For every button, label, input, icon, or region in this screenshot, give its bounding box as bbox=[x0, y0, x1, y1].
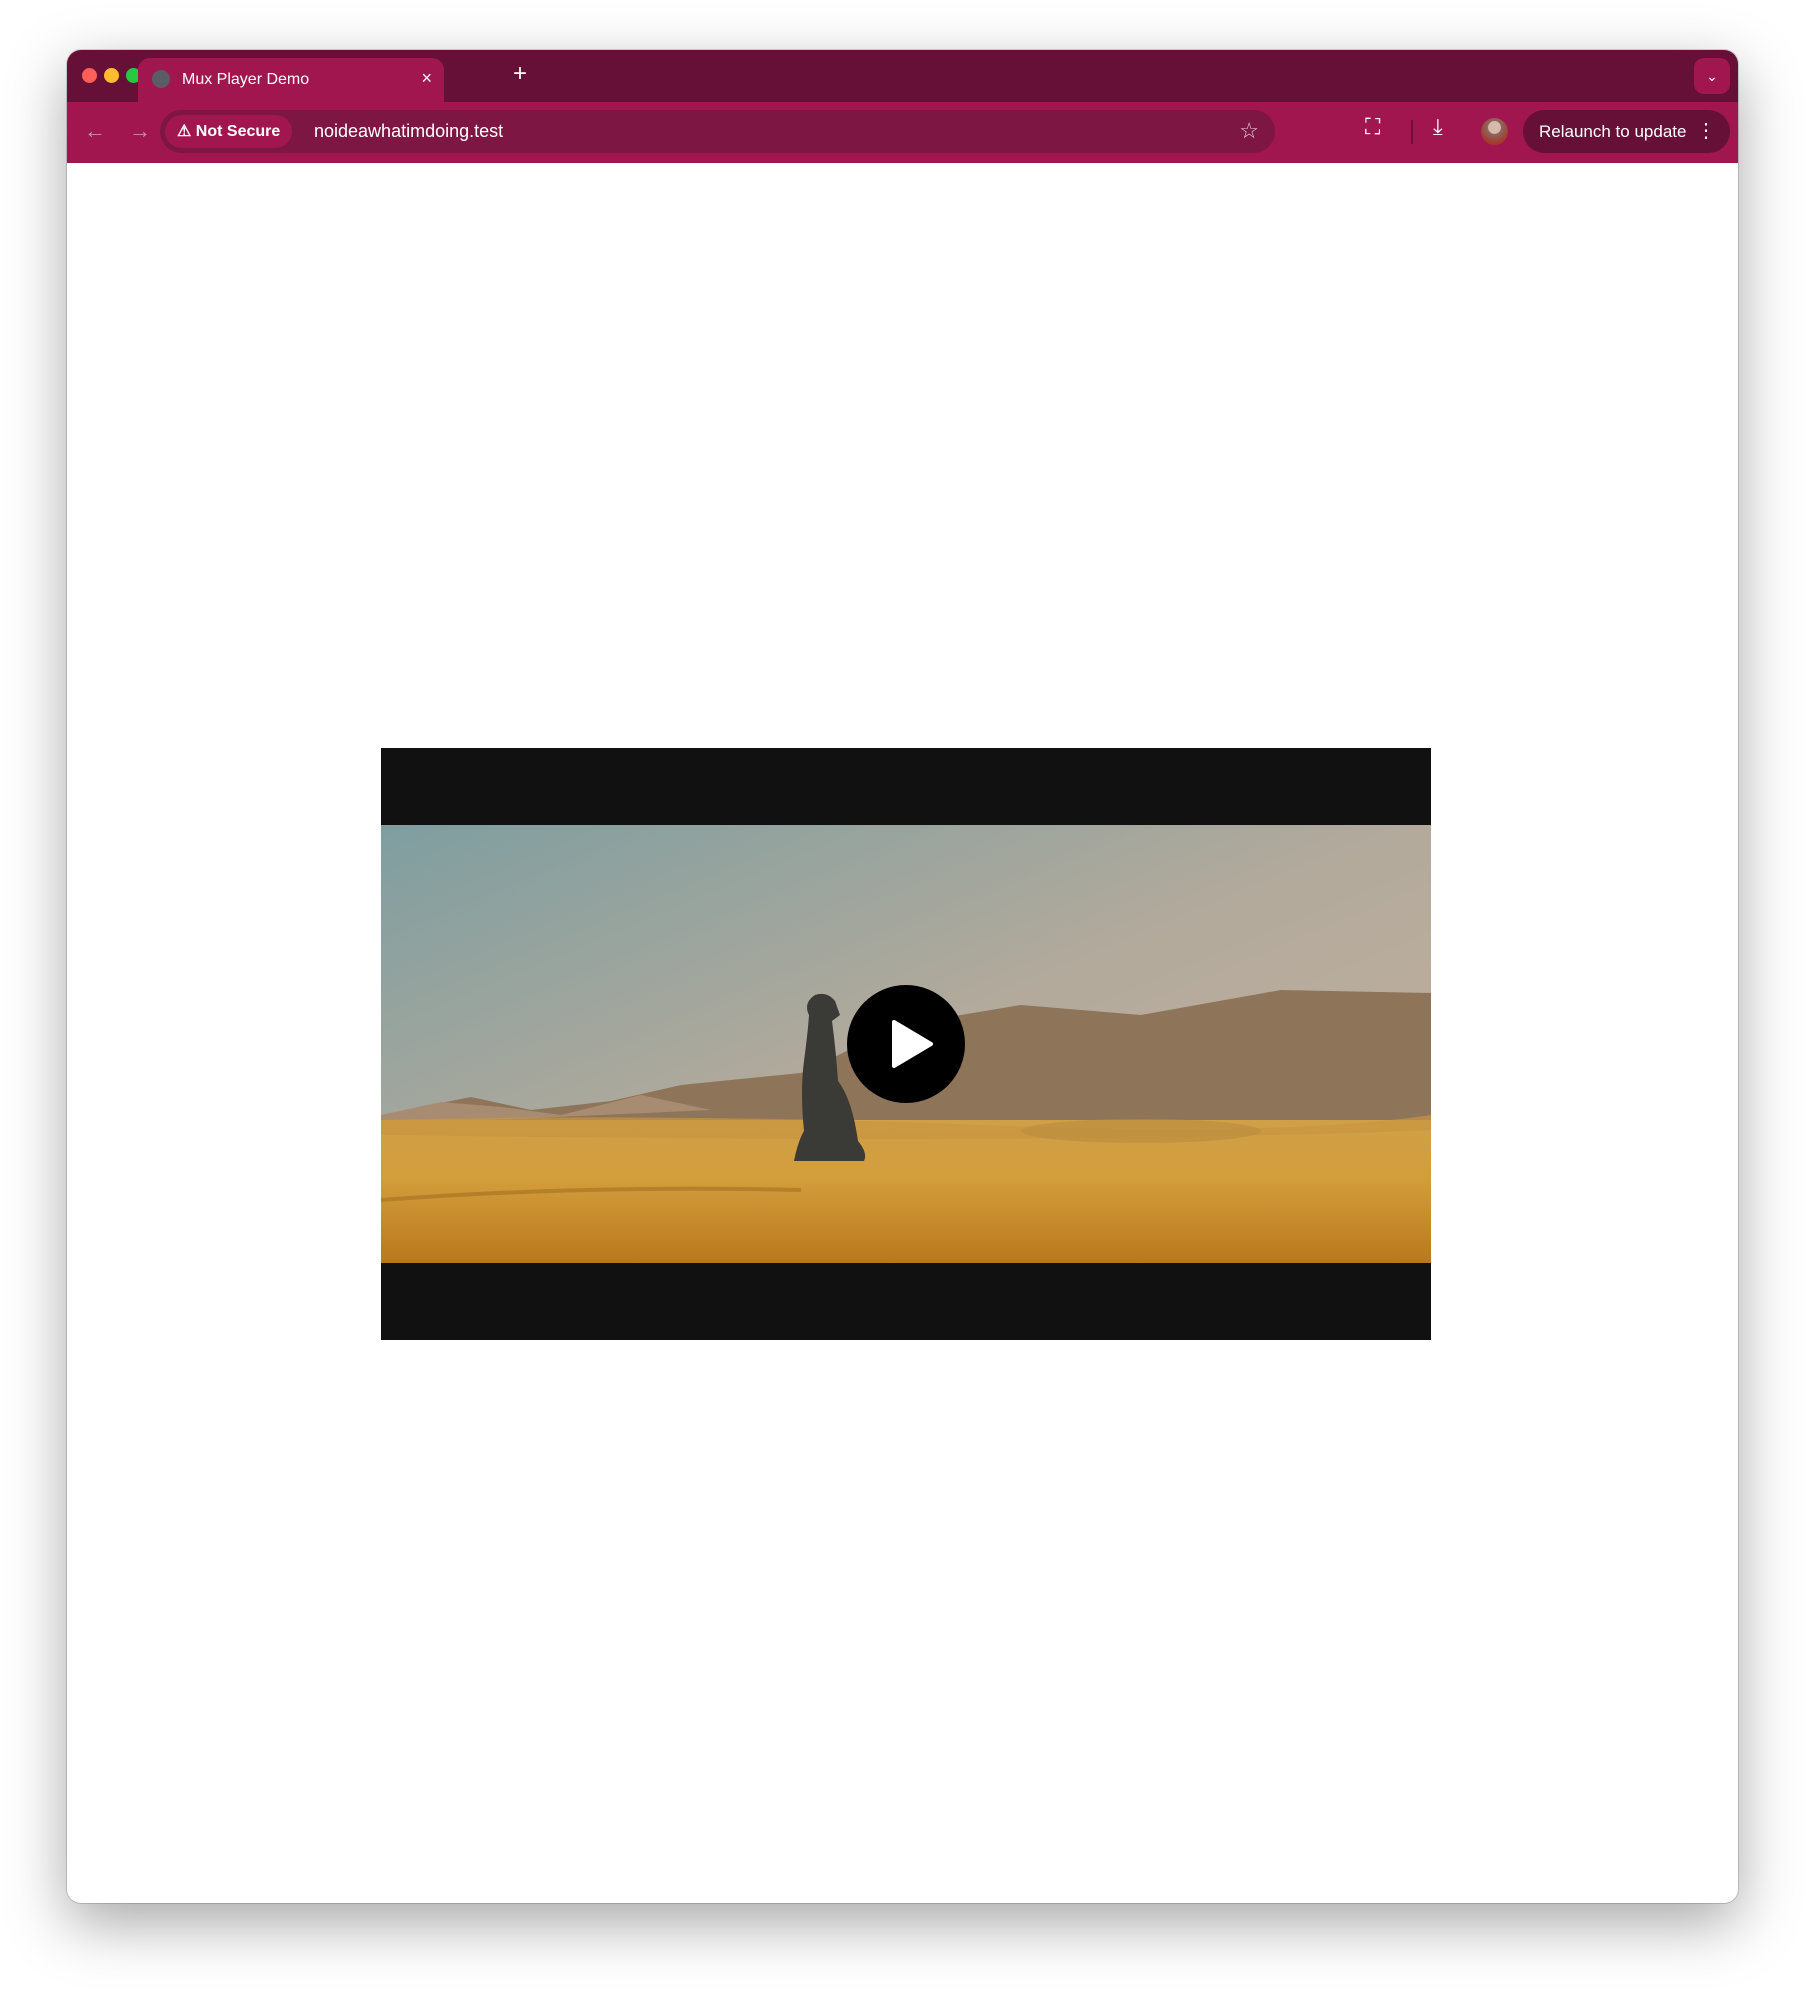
url-text[interactable]: noideawhatimdoing.test bbox=[314, 121, 503, 142]
address-bar[interactable]: ⚠ Not Secure noideawhatimdoing.test ☆ bbox=[160, 110, 1275, 153]
more-menu-icon[interactable]: ⋮ bbox=[1696, 110, 1716, 153]
new-tab-button[interactable]: + bbox=[513, 60, 527, 88]
globe-icon bbox=[152, 70, 170, 88]
minimize-window-button[interactable] bbox=[104, 68, 119, 83]
extensions-puzzle-icon[interactable]: ⛶ bbox=[1365, 114, 1380, 140]
toolbar-divider bbox=[1411, 120, 1413, 144]
toolbar: ← → ↻ ⚠ Not Secure noideawhatimdoing.tes… bbox=[67, 102, 1738, 163]
browser-window: Mux Player Demo × + ⌄ ← → ↻ ⚠ Not Secure… bbox=[67, 50, 1738, 1903]
relaunch-label: Relaunch to update bbox=[1539, 122, 1687, 141]
close-tab-icon[interactable]: × bbox=[421, 68, 432, 89]
profile-avatar[interactable] bbox=[1481, 118, 1508, 145]
security-chip[interactable]: ⚠ Not Secure bbox=[165, 115, 293, 148]
warning-icon: ⚠ bbox=[177, 123, 196, 140]
play-button[interactable] bbox=[847, 985, 965, 1103]
relaunch-button[interactable]: Relaunch to update ⋮ bbox=[1523, 110, 1730, 153]
close-window-button[interactable] bbox=[82, 68, 97, 83]
download-icon[interactable]: ⤓ bbox=[1433, 114, 1443, 140]
forward-button[interactable]: → bbox=[125, 116, 155, 146]
tab-bar: Mux Player Demo × + ⌄ bbox=[67, 50, 1738, 104]
play-icon bbox=[892, 1020, 933, 1068]
page-content bbox=[67, 163, 1738, 1903]
arrow-left-icon: ← bbox=[84, 118, 106, 143]
bookmark-star-icon[interactable]: ☆ bbox=[1239, 118, 1259, 144]
chevron-down-icon: ⌄ bbox=[1706, 68, 1718, 84]
tab-search-button[interactable]: ⌄ bbox=[1694, 58, 1730, 94]
back-button[interactable]: ← bbox=[80, 116, 110, 146]
tab-title: Mux Player Demo bbox=[182, 71, 310, 88]
tab-mux-player-demo[interactable]: Mux Player Demo × bbox=[138, 58, 444, 104]
video-player[interactable] bbox=[381, 748, 1431, 1340]
arrow-right-icon: → bbox=[129, 118, 151, 143]
security-label: Not Secure bbox=[195, 123, 281, 140]
